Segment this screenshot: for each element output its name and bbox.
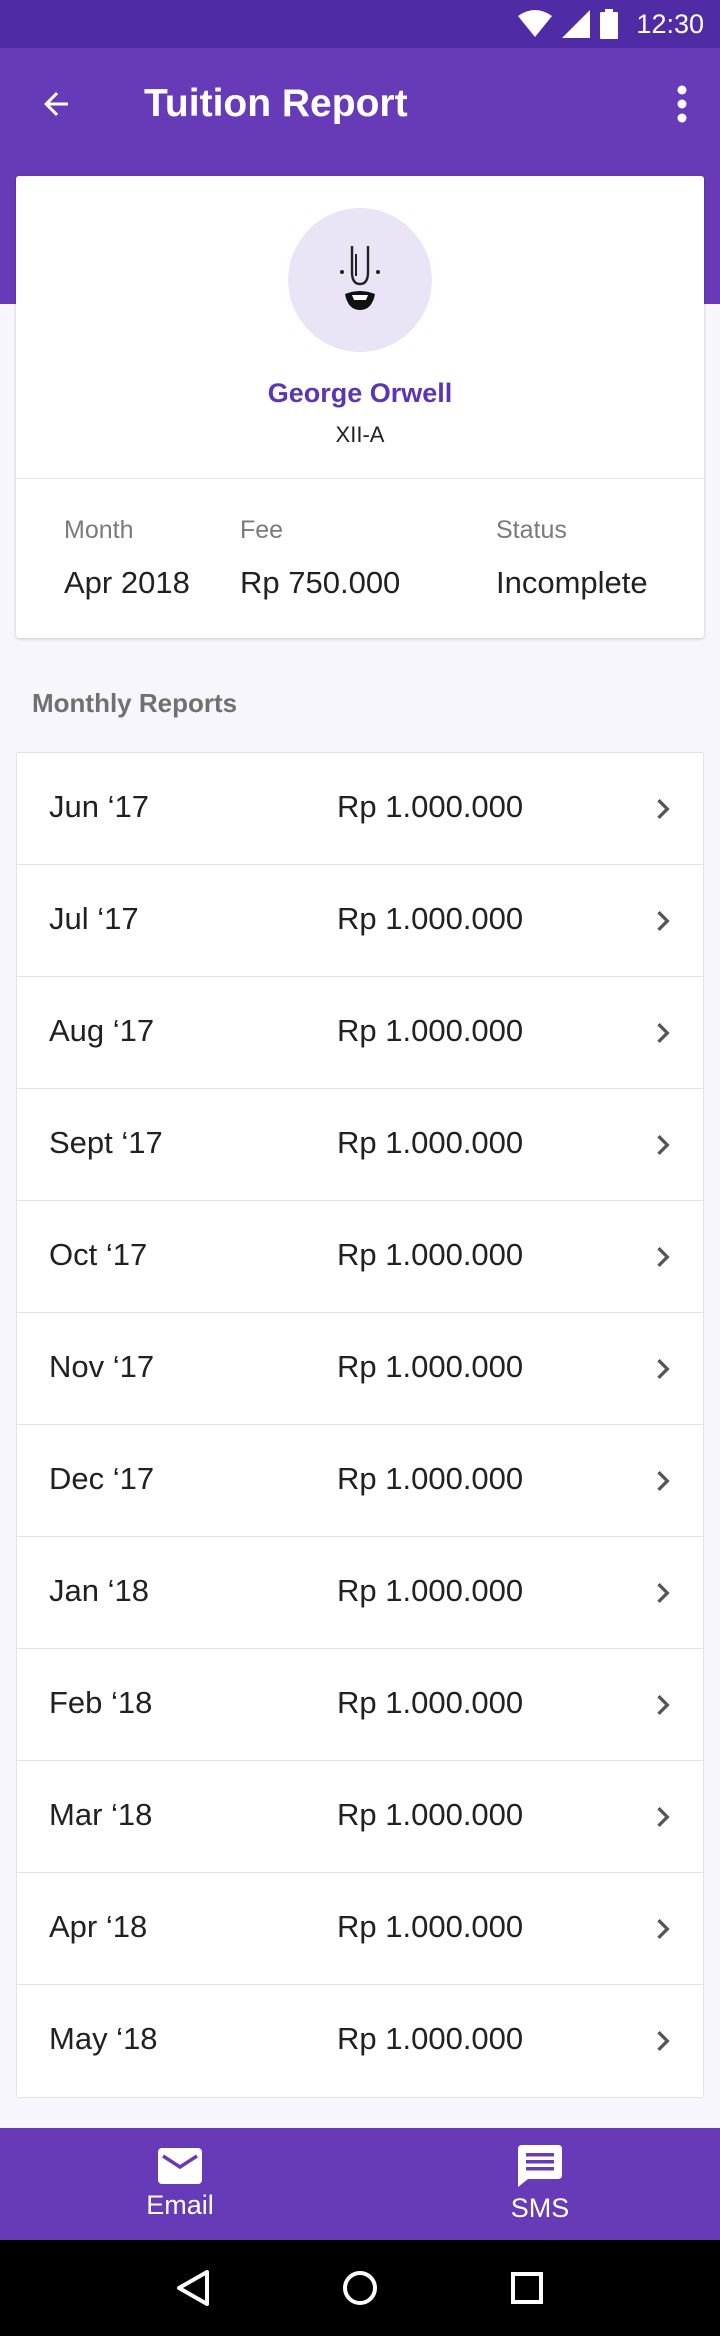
status-info: Status Incomplete [496, 516, 648, 601]
report-amount: Rp 1.000.000 [337, 789, 524, 824]
report-row[interactable]: Jul ‘17 Rp 1.000.000 [17, 865, 703, 977]
sms-icon [518, 2144, 562, 2187]
month-info: Month Apr 2018 [64, 516, 190, 601]
report-amount: Rp 1.000.000 [337, 1909, 524, 1944]
report-amount: Rp 1.000.000 [337, 1461, 524, 1496]
app-bar-row: Tuition Report [0, 48, 720, 160]
more-vert-icon [677, 85, 687, 123]
email-icon [158, 2147, 202, 2184]
status-time: 12:30 [636, 8, 704, 39]
status-label: Status [496, 516, 567, 544]
report-row[interactable]: Apr ‘18 Rp 1.000.000 [17, 1873, 703, 1985]
report-month: Jan ‘18 [49, 1573, 149, 1608]
report-amount: Rp 1.000.000 [337, 1013, 524, 1048]
chevron-right-icon [657, 799, 670, 819]
report-row[interactable]: Dec ‘17 Rp 1.000.000 [17, 1425, 703, 1537]
profile-card: George Orwell XII-A Month Apr 2018 Fee R… [16, 176, 704, 638]
status-value: Incomplete [496, 565, 648, 600]
chevron-right-icon [657, 911, 670, 931]
fee-info: Fee Rp 750.000 [240, 516, 400, 601]
back-button[interactable] [0, 48, 112, 160]
report-row[interactable]: Nov ‘17 Rp 1.000.000 [17, 1313, 703, 1425]
email-button[interactable]: Email [0, 2128, 360, 2240]
back-arrow-icon [44, 92, 68, 116]
student-class: XII-A [335, 422, 385, 447]
report-month: Feb ‘18 [49, 1685, 153, 1720]
chevron-right-icon [657, 1695, 670, 1715]
fee-value: Rp 750.000 [240, 565, 401, 600]
report-row[interactable]: Jun ‘17 Rp 1.000.000 [17, 753, 703, 865]
fee-label: Fee [240, 516, 284, 544]
report-month: Jul ‘17 [49, 901, 139, 936]
more-options-button[interactable] [654, 76, 710, 132]
report-row[interactable]: Feb ‘18 Rp 1.000.000 [17, 1649, 703, 1761]
sms-label: SMS [510, 2192, 570, 2223]
chevron-right-icon [657, 1583, 670, 1603]
system-navigation-bar [0, 2240, 720, 2336]
report-month: Dec ‘17 [49, 1461, 155, 1496]
report-month: Oct ‘17 [49, 1237, 148, 1272]
nav-recents-button[interactable] [499, 2260, 555, 2316]
chevron-right-icon [657, 1359, 670, 1379]
report-amount: Rp 1.000.000 [337, 1797, 524, 1832]
wifi-icon [518, 10, 553, 37]
nav-home-button[interactable] [332, 2260, 388, 2316]
chevron-right-icon [657, 1919, 670, 1939]
avatar-face-icon [340, 246, 380, 310]
report-row[interactable]: Sept ‘17 Rp 1.000.000 [17, 1089, 703, 1201]
report-amount: Rp 1.000.000 [337, 1573, 524, 1608]
report-row[interactable]: Jan ‘18 Rp 1.000.000 [17, 1537, 703, 1649]
app-screen: 12:30 Tuition Report George Orwell XII-A… [0, 0, 720, 2336]
report-row[interactable]: Mar ‘18 Rp 1.000.000 [17, 1761, 703, 1873]
month-value: Apr 2018 [64, 565, 190, 600]
report-month: Aug ‘17 [49, 1013, 155, 1048]
email-label: Email [146, 2189, 214, 2220]
divider [16, 478, 704, 479]
report-row[interactable]: Aug ‘17 Rp 1.000.000 [17, 977, 703, 1089]
report-month: Nov ‘17 [49, 1349, 155, 1384]
nav-recents-icon [510, 2272, 543, 2304]
chevron-right-icon [657, 2031, 670, 2051]
student-name: George Orwell [267, 378, 453, 408]
status-bar: 12:30 [0, 0, 720, 48]
chevron-right-icon [657, 1023, 670, 1043]
report-month: Jun ‘17 [49, 789, 149, 824]
report-row[interactable]: May ‘18 Rp 1.000.000 [17, 1985, 703, 2097]
signal-icon [562, 10, 591, 38]
sms-button[interactable]: SMS [360, 2128, 720, 2240]
report-month: Sept ‘17 [49, 1125, 163, 1160]
avatar [288, 208, 432, 352]
chevron-right-icon [657, 1247, 670, 1267]
bottom-action-bar: Email SMS [0, 2128, 720, 2240]
report-month: May ‘18 [49, 2021, 158, 2056]
nav-back-icon [177, 2270, 210, 2306]
page-title: Tuition Report [144, 82, 408, 125]
report-row[interactable]: Oct ‘17 Rp 1.000.000 [17, 1201, 703, 1313]
report-amount: Rp 1.000.000 [337, 1349, 524, 1384]
chevron-right-icon [657, 1471, 670, 1491]
report-amount: Rp 1.000.000 [337, 1685, 524, 1720]
nav-home-icon [342, 2271, 377, 2305]
monthly-reports-list: Jun ‘17 Rp 1.000.000 Jul ‘17 Rp 1.000.000 Au… [16, 752, 704, 2098]
report-amount: Rp 1.000.000 [337, 1237, 524, 1272]
report-amount: Rp 1.000.000 [337, 901, 524, 936]
month-label: Month [64, 516, 134, 544]
battery-icon [600, 9, 619, 39]
report-month: Mar ‘18 [49, 1797, 153, 1832]
chevron-right-icon [657, 1135, 670, 1155]
report-amount: Rp 1.000.000 [337, 2021, 524, 2056]
section-title-monthly-reports: Monthly Reports [32, 688, 238, 718]
chevron-right-icon [657, 1807, 670, 1827]
nav-back-button[interactable] [165, 2260, 221, 2316]
report-amount: Rp 1.000.000 [337, 1125, 524, 1160]
report-month: Apr ‘18 [49, 1909, 148, 1944]
